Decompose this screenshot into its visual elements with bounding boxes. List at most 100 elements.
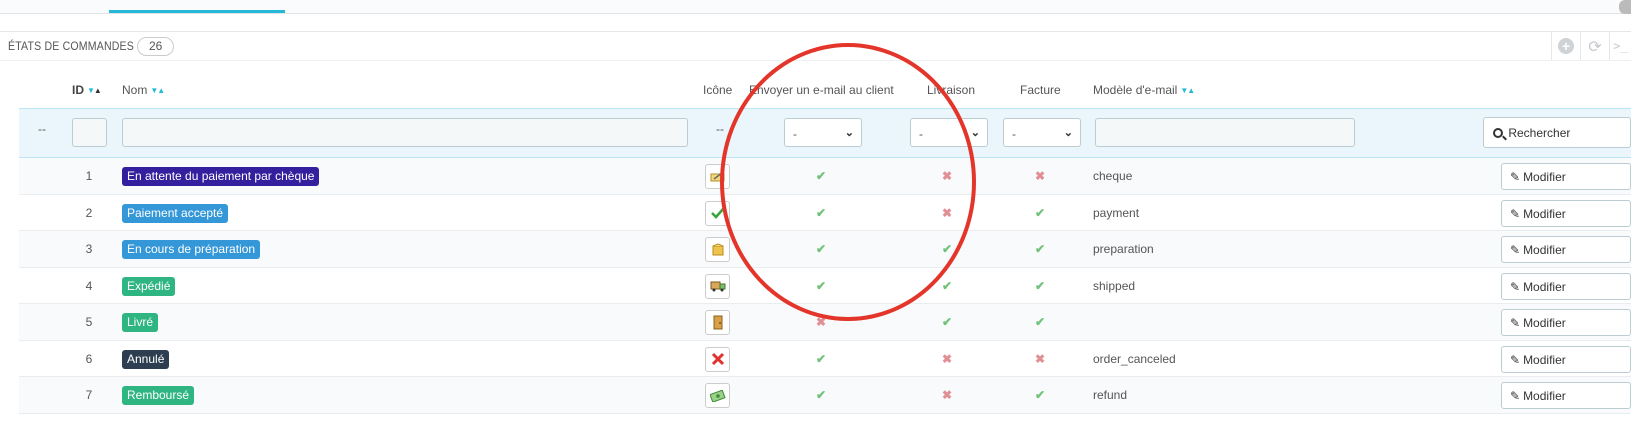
check-icon[interactable]: ✔ [1033, 315, 1047, 329]
edit-button-label: Modifier [1523, 279, 1566, 294]
table-row[interactable]: 6 Annulé ✔ ✖ ✖ order_canceled ✎ Modifier [19, 341, 1631, 377]
sort-template-icons[interactable]: ▼▲ [1180, 86, 1195, 95]
cross-icon[interactable]: ✖ [1033, 352, 1047, 366]
pencil-icon: ✎ [1510, 389, 1521, 403]
check-icon[interactable]: ✔ [1033, 242, 1047, 256]
check-icon[interactable]: ✔ [1033, 279, 1047, 293]
table-row[interactable]: 7 Remboursé ✔ ✖ ✔ refund ✎ Modifier [19, 377, 1631, 414]
edit-button[interactable]: ✎ Modifier [1501, 272, 1631, 300]
table-row[interactable]: 3 En cours de préparation ✔ ✔ ✔ preparation ✎ M… [19, 231, 1631, 268]
edit-button-label: Modifier [1523, 206, 1566, 221]
check-icon[interactable]: ✔ [814, 388, 828, 402]
plus-icon: + [1558, 38, 1574, 54]
filter-invoice-select[interactable]: - ⌄ [1003, 118, 1081, 147]
sql-query-button[interactable]: >_ [1609, 32, 1631, 60]
filter-icon-dash: -- [716, 122, 724, 136]
terminal-icon: >_ [1613, 39, 1628, 53]
filter-name-input[interactable] [122, 118, 688, 147]
check-icon[interactable]: ✔ [940, 242, 954, 256]
check-icon[interactable]: ✔ [1033, 206, 1047, 220]
row-id: 6 [85, 351, 93, 366]
cross-icon[interactable]: ✖ [1033, 169, 1047, 183]
email-template: cheque [1093, 169, 1133, 183]
check-icon[interactable]: ✔ [814, 206, 828, 220]
check-icon[interactable]: ✔ [940, 315, 954, 329]
search-button[interactable]: Rechercher [1483, 117, 1631, 148]
filter-delivery-select[interactable]: - ⌄ [910, 118, 988, 147]
table-row[interactable]: 2 Paiement accepté ✔ ✖ ✔ payment ✎ Modifier [19, 195, 1631, 231]
col-invoice: Facture [1020, 83, 1061, 97]
top-tab-bar [0, 0, 1631, 14]
row-id: 1 [85, 169, 93, 183]
count-badge: 26 [137, 37, 175, 56]
pencil-icon: ✎ [1510, 316, 1521, 330]
check-icon[interactable]: ✔ [814, 279, 828, 293]
edit-button[interactable]: ✎ Modifier [1501, 382, 1631, 409]
edit-button[interactable]: ✎ Modifier [1501, 236, 1631, 263]
edit-button-label: Modifier [1523, 170, 1566, 184]
check-icon[interactable]: ✔ [814, 242, 828, 256]
package-icon [705, 237, 730, 262]
filter-template-input[interactable] [1095, 118, 1355, 147]
cross-icon[interactable]: ✖ [940, 388, 954, 402]
sort-name-icons[interactable]: ▼▲ [150, 86, 165, 95]
check-icon[interactable]: ✔ [814, 169, 828, 183]
edit-button-label: Modifier [1523, 243, 1566, 257]
status-badge: En cours de préparation [122, 240, 261, 259]
edit-button-label: Modifier [1523, 352, 1566, 367]
cross-icon[interactable]: ✖ [940, 169, 954, 183]
col-id-label: ID [72, 83, 84, 97]
cross-icon[interactable]: ✖ [940, 352, 954, 366]
email-template: preparation [1093, 242, 1154, 256]
edit-button[interactable]: ✎ Modifier [1501, 199, 1631, 227]
check-icon[interactable]: ✔ [814, 352, 828, 366]
active-tab-indicator[interactable] [109, 10, 285, 13]
table-row[interactable]: 4 Expédié ✔ ✔ ✔ shipped ✎ Modifier [19, 268, 1631, 304]
bulk-dash: -- [38, 122, 46, 136]
panel-heading: ÉTATS DE COMMANDES 26 + ⟳ >_ [0, 31, 1631, 61]
col-name[interactable]: Nom ▼▲ [122, 83, 165, 97]
row-id: 4 [85, 278, 93, 293]
pencil-icon: ✎ [1510, 352, 1521, 367]
status-badge: Expédié [122, 276, 176, 296]
add-new-button[interactable]: + [1551, 32, 1580, 60]
col-name-label: Nom [122, 83, 148, 97]
col-send-email: Envoyer un e-mail au client [749, 83, 894, 97]
scrollbar[interactable] [1619, 0, 1631, 14]
row-id: 7 [85, 388, 93, 402]
pencil-icon: ✎ [1510, 243, 1521, 257]
table-row[interactable]: 1 En attente du paiement par chèque ✔ ✖ ✖ che… [19, 158, 1631, 195]
col-id[interactable]: ID ▼▲ [72, 83, 102, 97]
edit-button[interactable]: ✎ Modifier [1501, 309, 1631, 336]
sort-id-icons[interactable]: ▼▲ [87, 86, 102, 95]
row-id: 5 [85, 315, 93, 329]
order-states-table: ID ▼▲ Nom ▼▲ Icône Envoyer un e-mail au cl… [19, 72, 1631, 414]
chevron-down-icon: ⌄ [970, 127, 980, 139]
panel-toolbar: + ⟳ >_ [1551, 32, 1631, 60]
edit-button-label: Modifier [1523, 316, 1566, 330]
row-id: 2 [85, 205, 93, 220]
col-template[interactable]: Modèle d'e-mail ▼▲ [1093, 83, 1195, 97]
check-icon[interactable]: ✔ [1033, 388, 1047, 402]
checkmark-icon [705, 200, 730, 226]
cancel-icon [705, 346, 730, 372]
panel-title: ÉTATS DE COMMANDES [8, 39, 134, 53]
table-body: 1 En attente du paiement par chèque ✔ ✖ ✖ che… [19, 158, 1631, 414]
edit-button[interactable]: ✎ Modifier [1501, 345, 1631, 373]
status-badge: En attente du paiement par chèque [122, 167, 320, 186]
filter-id-input[interactable] [72, 118, 107, 147]
cross-icon[interactable]: ✖ [814, 315, 828, 329]
cheque-icon [705, 164, 730, 189]
col-template-label: Modèle d'e-mail [1093, 83, 1178, 97]
chevron-down-icon: ⌄ [1063, 127, 1073, 139]
status-badge: Livré [122, 313, 159, 332]
email-template: order_canceled [1093, 351, 1176, 366]
table-row[interactable]: 5 Livré ✖ ✔ ✔ ✎ Modifier [19, 304, 1631, 341]
email-template: refund [1093, 388, 1128, 402]
filter-send-email-select[interactable]: - ⌄ [784, 118, 862, 147]
refresh-button[interactable]: ⟳ [1580, 32, 1609, 60]
cross-icon[interactable]: ✖ [940, 206, 954, 220]
check-icon[interactable]: ✔ [940, 279, 954, 293]
edit-button-label: Modifier [1523, 389, 1566, 403]
edit-button[interactable]: ✎ Modifier [1501, 163, 1631, 190]
